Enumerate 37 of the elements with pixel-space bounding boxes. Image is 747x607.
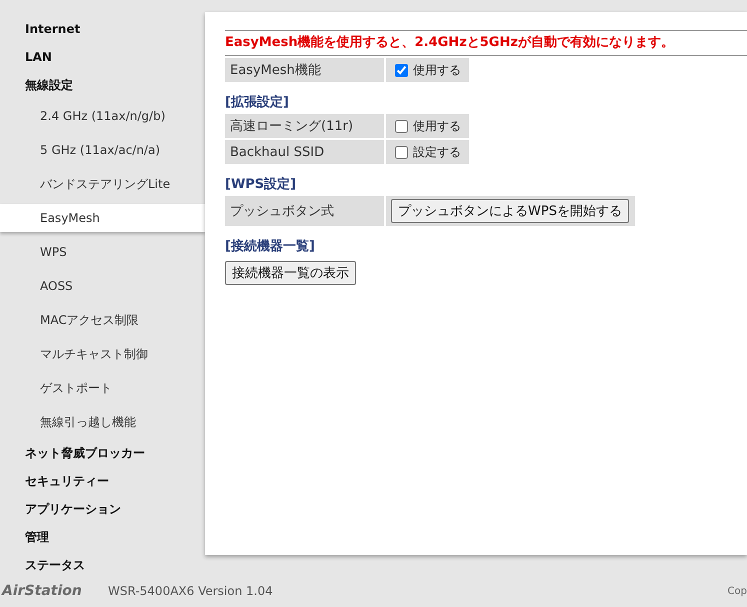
sidebar-item[interactable]: 5 GHz (11ax/ac/n/a)	[0, 133, 205, 167]
warning-text: EasyMesh機能を使用すると、2.4GHzと5GHzが自動で有効になります。	[225, 34, 675, 52]
checkbox[interactable]	[395, 64, 408, 76]
section-heading: [拡張設定]	[225, 94, 290, 112]
field-label: プッシュボタン式	[225, 196, 384, 226]
checkbox[interactable]	[395, 146, 408, 158]
field-label: Backhaul SSID	[225, 140, 384, 164]
sidebar-item[interactable]: 2.4 GHz (11ax/n/g/b)	[0, 99, 205, 133]
checkbox[interactable]	[395, 120, 408, 132]
show-devices-button[interactable]: 接続機器一覧の表示	[225, 261, 356, 285]
sidebar-item[interactable]: バンドステアリングLite	[0, 167, 205, 201]
checkbox-label: 使用する	[413, 62, 461, 78]
version-text: WSR-5400AX6 Version 1.04	[108, 584, 273, 598]
sidebar-item[interactable]: ステータス	[0, 551, 205, 579]
sidebar-item[interactable]: 管理	[0, 523, 205, 551]
sidebar-item[interactable]: Internet	[0, 15, 205, 43]
sidebar-item[interactable]: 無線引っ越し機能	[0, 405, 205, 439]
section-heading: [WPS設定]	[225, 176, 298, 194]
sidebar-item[interactable]: セキュリティー	[0, 467, 205, 495]
sidebar-item[interactable]: LAN	[0, 43, 205, 71]
sidebar-item[interactable]: ネット脅威ブロッカー	[0, 439, 205, 467]
checkbox-label: 設定する	[413, 144, 461, 160]
wps-button[interactable]: プッシュボタンによるWPSを開始する	[391, 199, 629, 223]
sidebar-item[interactable]: AOSS	[0, 269, 205, 303]
checkbox-label: 使用する	[413, 118, 461, 134]
sidebar-item[interactable]: EasyMesh	[0, 204, 205, 232]
field-label: EasyMesh機能	[225, 58, 384, 82]
sidebar-item[interactable]: アプリケーション	[0, 495, 205, 523]
sidebar-item[interactable]: MACアクセス制限	[0, 303, 205, 337]
sidebar-item[interactable]: WPS	[0, 235, 205, 269]
sidebar-item[interactable]: 無線設定	[0, 71, 205, 99]
sidebar-item[interactable]: ゲストポート	[0, 371, 205, 405]
copyright-text: Cop	[728, 586, 747, 596]
logo: AirStation	[0, 583, 83, 599]
sidebar-item[interactable]: マルチキャスト制御	[0, 337, 205, 371]
field-label: 高速ローミング(11r)	[225, 114, 384, 138]
section-heading: [接続機器一覧]	[225, 238, 316, 256]
